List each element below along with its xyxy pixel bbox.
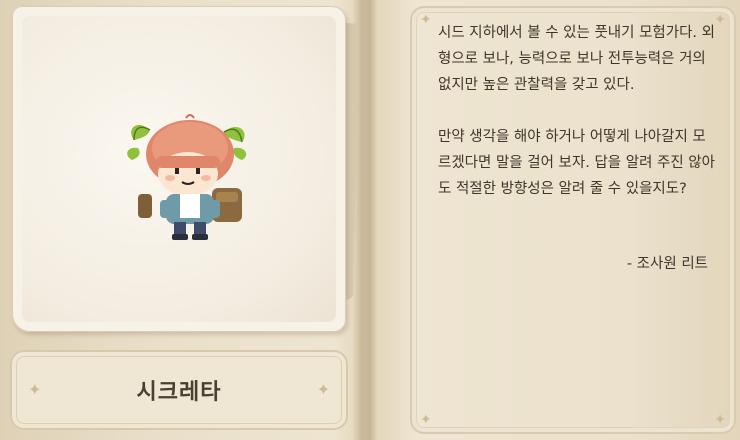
nameplate: ✦ ✦ 시크레타 <box>10 350 348 430</box>
sparkle-icon: ✦ <box>420 412 432 428</box>
sparkle-icon: ✦ <box>714 412 726 428</box>
sparkle-icon: ✦ <box>420 12 432 28</box>
signature: - 조사원 리트 <box>626 256 708 272</box>
description-paragraph: 만약 생각을 해야 하거나 어떻게 나아갈지 모르겠다면 말을 걸어 보자. 답… <box>438 129 715 197</box>
character-name: 시크레타 <box>136 380 222 405</box>
description-paragraph: 시드 지하에서 볼 수 있는 풋내기 모험가다. 외형으로 보나, 능력으로 보… <box>438 25 715 93</box>
book-spread: ✦ ✦ 시크레타 ✦ ✦ ✦ ✦ 시드 지하에서 볼 수 있는 풋내기 모험가다… <box>0 0 740 440</box>
character-portrait <box>127 114 247 240</box>
description-text: 시드 지하에서 볼 수 있는 풋내기 모험가다. 외형으로 보나, 능력으로 보… <box>438 20 718 202</box>
portrait-card <box>12 6 346 332</box>
portrait-background <box>22 16 336 322</box>
